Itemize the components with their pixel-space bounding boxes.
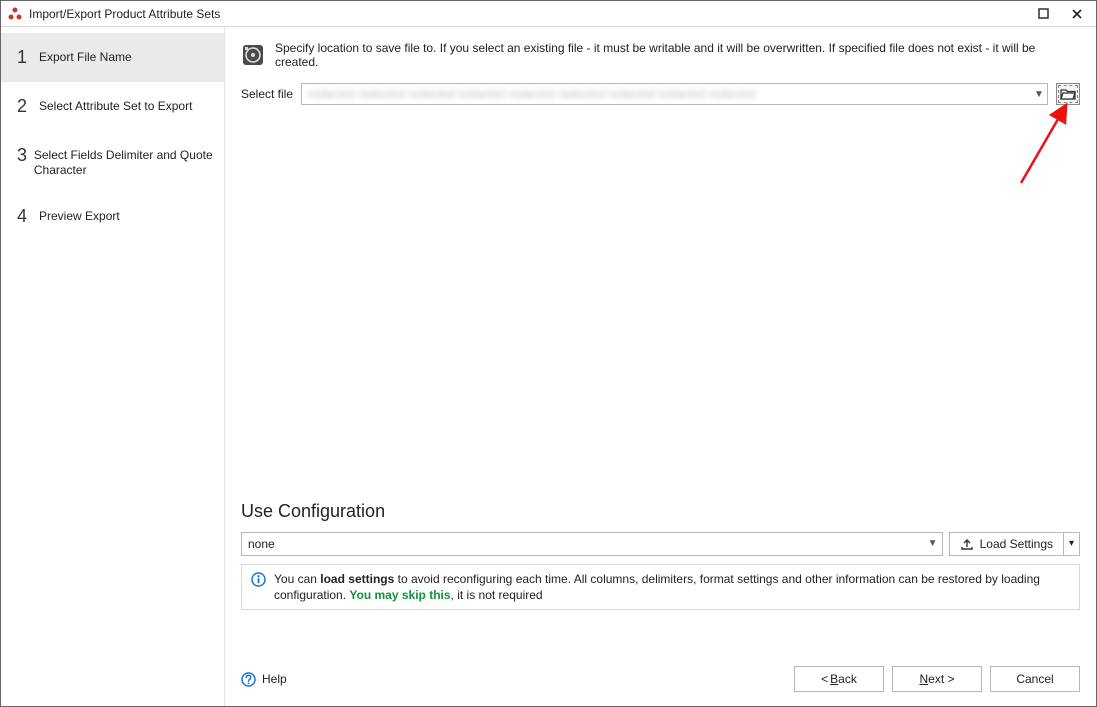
wizard-body: 1 Export File Name 2 Select Attribute Se… (1, 27, 1096, 706)
upload-icon (960, 537, 974, 551)
chevron-down-icon: ▼ (1031, 89, 1047, 100)
wizard-step-4[interactable]: 4 Preview Export (1, 192, 224, 241)
step-label: Select Fields Delimiter and Quote Charac… (34, 145, 214, 178)
wizard-footer: Help < Back Next > Cancel (241, 666, 1080, 692)
step-label: Select Attribute Set to Export (39, 96, 192, 114)
chevron-down-icon: ▼ (924, 538, 942, 549)
configuration-combo[interactable]: none ▼ (241, 532, 943, 556)
load-settings-dropdown[interactable]: ▾ (1064, 532, 1080, 556)
titlebar: Import/Export Product Attribute Sets (1, 1, 1096, 27)
instruction-text: Specify location to save file to. If you… (275, 41, 1080, 69)
step-number: 1 (17, 47, 39, 68)
select-file-combo[interactable]: redacted redacted redacted redacted reda… (301, 83, 1048, 105)
disk-icon (241, 43, 265, 67)
use-configuration-heading: Use Configuration (241, 501, 1080, 522)
load-settings-button[interactable]: Load Settings (949, 532, 1064, 556)
help-icon (241, 672, 256, 687)
use-configuration-section: Use Configuration none ▼ Load Settings (241, 497, 1080, 610)
window-title: Import/Export Product Attribute Sets (29, 7, 220, 21)
help-label: Help (262, 672, 287, 686)
select-file-row: Select file redacted redacted redacted r… (241, 83, 1080, 105)
wizard-sidebar: 1 Export File Name 2 Select Attribute Se… (1, 27, 225, 706)
configuration-row: none ▼ Load Settings ▾ (241, 532, 1080, 556)
step-number: 3 (17, 145, 34, 166)
wizard-step-3[interactable]: 3 Select Fields Delimiter and Quote Char… (1, 131, 224, 192)
configuration-info: You can load settings to avoid reconfigu… (241, 564, 1080, 610)
step-label: Export File Name (39, 47, 132, 65)
cancel-button[interactable]: Cancel (990, 666, 1080, 692)
close-button[interactable] (1060, 2, 1094, 26)
wizard-step-2[interactable]: 2 Select Attribute Set to Export (1, 82, 224, 131)
step-number: 2 (17, 96, 39, 117)
wizard-main: Specify location to save file to. If you… (225, 27, 1096, 706)
info-icon (250, 572, 266, 588)
load-settings-label: Load Settings (980, 537, 1053, 551)
back-button[interactable]: < Back (794, 666, 884, 692)
next-button[interactable]: Next > (892, 666, 982, 692)
load-settings-split-button: Load Settings ▾ (949, 532, 1080, 556)
select-file-label: Select file (241, 87, 293, 101)
browse-file-button[interactable] (1056, 83, 1080, 105)
help-link[interactable]: Help (241, 672, 287, 687)
app-icon (7, 6, 23, 22)
step-label: Preview Export (39, 206, 120, 224)
step-number: 4 (17, 206, 39, 227)
configuration-value: none (242, 537, 924, 551)
instruction-row: Specify location to save file to. If you… (241, 41, 1080, 69)
wizard-step-1[interactable]: 1 Export File Name (1, 33, 224, 82)
select-file-value: redacted redacted redacted redacted reda… (302, 87, 1031, 101)
wizard-window: Import/Export Product Attribute Sets 1 E… (0, 0, 1097, 707)
configuration-info-text: You can load settings to avoid reconfigu… (274, 571, 1071, 603)
maximize-button[interactable] (1026, 2, 1060, 26)
